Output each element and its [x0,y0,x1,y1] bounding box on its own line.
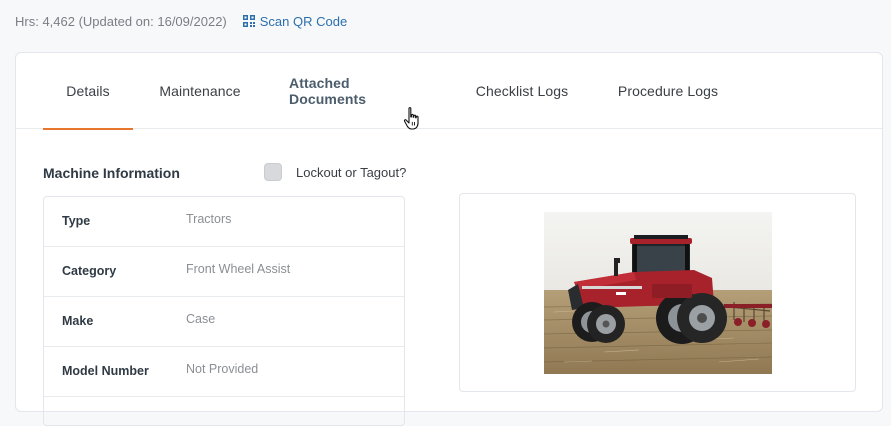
tab-maintenance[interactable]: Maintenance [156,53,244,129]
hours-text: Hrs: 4,462 (Updated on: 16/09/2022) [15,13,227,29]
info-value: Front Wheel Assist [186,262,291,276]
scan-qr-label[interactable]: Scan QR Code [260,14,347,29]
info-row-model-number: Model Number Not Provided [44,347,404,397]
info-label: Make [62,314,94,328]
tab-bar: Details Maintenance Attached Documents C… [16,53,882,130]
machine-header-bar: Hrs: 4,462 (Updated on: 16/09/2022) Scan… [15,12,347,30]
info-row-category: Category Front Wheel Assist [44,247,404,297]
machine-photo-frame [459,193,856,392]
info-row-type: Type Tractors [44,197,404,247]
scan-qr-link[interactable]: Scan QR Code [242,14,347,29]
tab-details[interactable]: Details [43,53,133,130]
info-label: Model Number [62,364,149,378]
tractor-photo [543,211,772,374]
info-label: Type [62,214,91,228]
info-value: Case [186,312,216,326]
info-row-make: Make Case [44,297,404,347]
info-label: Category [62,264,117,278]
tab-procedure-logs[interactable]: Procedure Logs [616,53,720,129]
info-value: Not Provided [186,362,259,376]
tab-checklist-logs[interactable]: Checklist Logs [473,53,571,129]
lockout-checkbox[interactable] [264,163,282,181]
machine-information-title: Machine Information [43,165,180,181]
hand-pointer-cursor-icon [403,107,419,130]
machine-info-table: Type Tractors Category Front Wheel Assis… [43,196,405,426]
lockout-label: Lockout or Tagout? [296,164,407,180]
qr-code-icon [242,15,255,27]
info-value: Tractors [186,212,232,226]
machine-detail-card: Details Maintenance Attached Documents C… [15,52,883,426]
lockout-toggle[interactable]: Lockout or Tagout? [264,163,406,181]
